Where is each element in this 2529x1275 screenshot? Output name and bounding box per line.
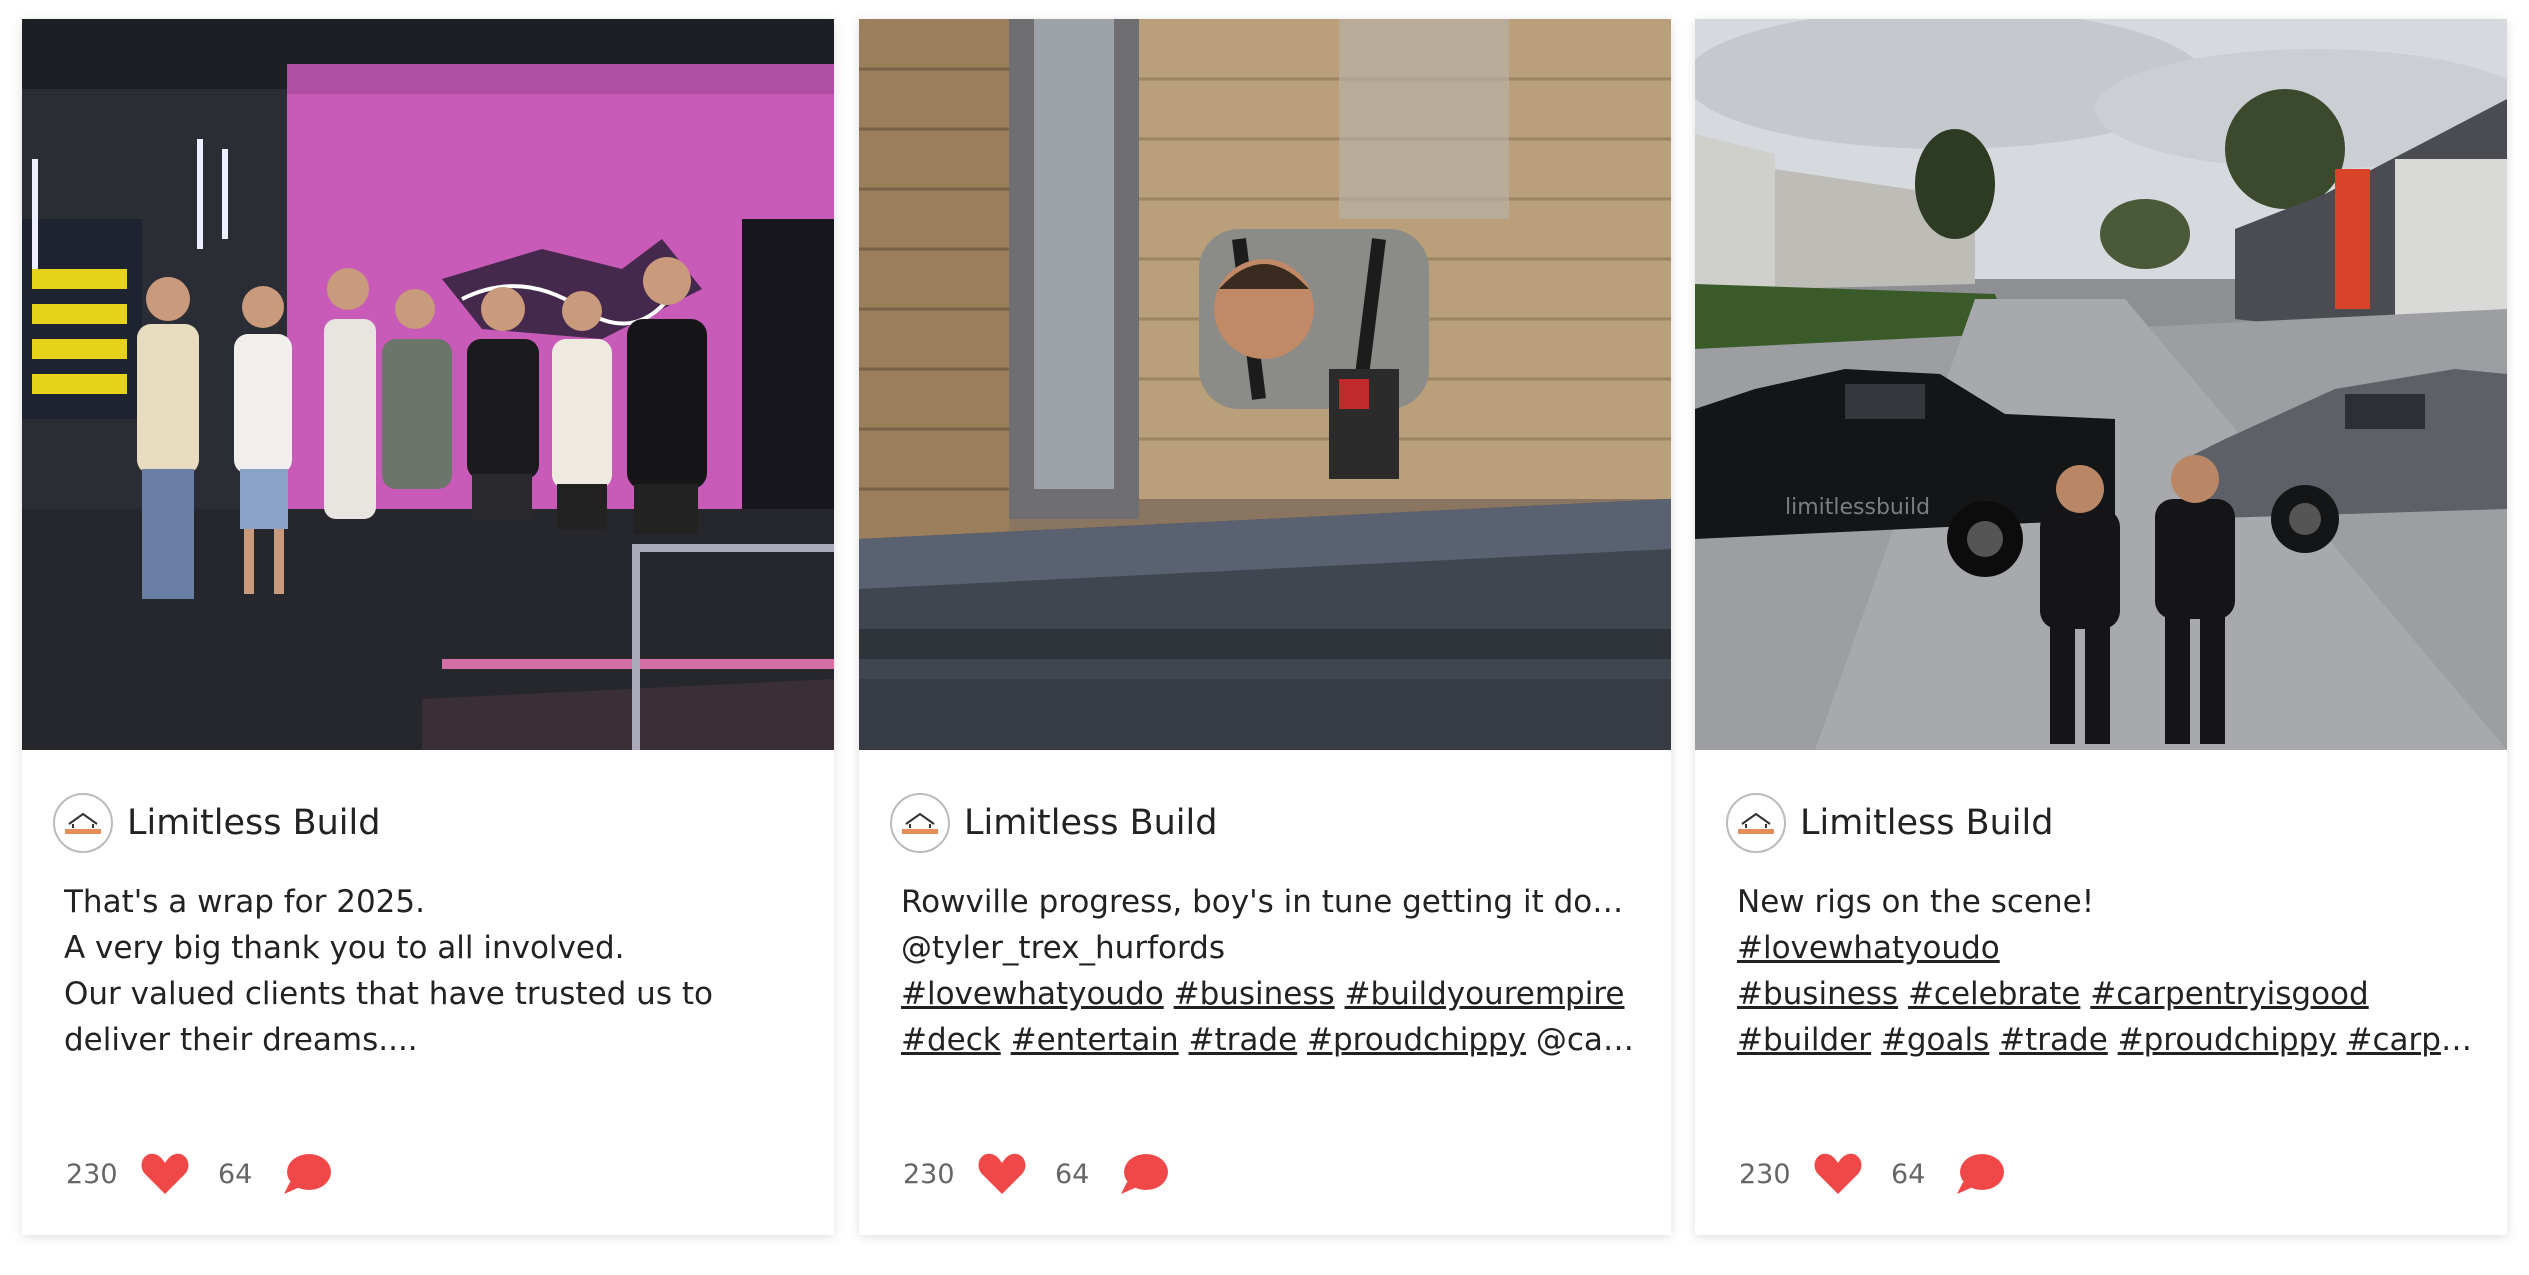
post-card[interactable]: limitlessbuild Limitless Build New rigs …	[1695, 19, 2507, 1235]
caption-text	[1164, 976, 1174, 1012]
author-name[interactable]: Limitless Build	[127, 803, 380, 843]
caption-text	[1001, 1022, 1011, 1058]
heart-icon[interactable]	[977, 1152, 1027, 1196]
utes-photo-image: limitlessbuild	[1695, 19, 2507, 750]
caption-text: A very big thank you to all involved.	[64, 930, 625, 966]
post-stats: 230 64	[903, 1149, 1169, 1199]
caption-text: Rowville progress, boy's in tune getting…	[901, 884, 1636, 920]
post-author[interactable]: Limitless Build	[53, 791, 380, 855]
post-photo[interactable]	[22, 19, 834, 750]
hashtag-link[interactable]: #buildyourempire	[1345, 976, 1625, 1012]
post-card[interactable]: Limitless Build Rowville progress, boy's…	[859, 19, 1671, 1235]
post-stats: 230 64	[1739, 1149, 2005, 1199]
comment-bubble-icon[interactable]	[1955, 1152, 2005, 1196]
caption-text	[2108, 1022, 2118, 1058]
hashtag-link[interactable]: #business	[1174, 976, 1335, 1012]
post-photo[interactable]	[859, 19, 1671, 750]
heart-icon[interactable]	[1813, 1152, 1863, 1196]
caption-line: #business #celebrate #carpentryisgood	[1737, 971, 2472, 1017]
caption-text: Our valued clients that have trusted us …	[64, 976, 713, 1012]
caption-line: Our valued clients that have trusted us …	[64, 971, 799, 1017]
hashtag-link[interactable]: #carpentryisgood	[2090, 976, 2368, 1012]
caption-text	[1989, 1022, 1999, 1058]
post-caption: That's a wrap for 2025. A very big thank …	[64, 879, 799, 1063]
caption-line: That's a wrap for 2025.	[64, 879, 799, 925]
post-author[interactable]: Limitless Build	[1726, 791, 2053, 855]
caption-line: Rowville progress, boy's in tune getting…	[901, 879, 1636, 925]
caption-line: @tyler_trex_hurfords	[901, 925, 1636, 971]
caption-line: #lovewhatyoudo	[1737, 925, 2472, 971]
comment-bubble-icon[interactable]	[282, 1152, 332, 1196]
hashtag-link[interactable]: #proudchippy	[2118, 1022, 2337, 1058]
hashtag-link[interactable]: #celebrate	[1908, 976, 2080, 1012]
hashtag-link[interactable]: #goals	[1881, 1022, 1989, 1058]
caption-text	[1297, 1022, 1307, 1058]
hashtag-link[interactable]: #business	[1737, 976, 1898, 1012]
hashtag-link[interactable]: #trade	[1189, 1022, 1298, 1058]
caption-line: A very big thank you to all involved.	[64, 925, 799, 971]
caption-line: deliver their dreams....	[64, 1017, 799, 1063]
caption-text: @carp...	[1535, 1022, 1636, 1058]
caption-text: New rigs on the scene!	[1737, 884, 2095, 920]
caption-line: #deck #entertain #trade #proudchippy @ca…	[901, 1017, 1636, 1063]
carpenter-photo-image	[859, 19, 1671, 750]
caption-text	[1871, 1022, 1881, 1058]
caption-text	[1179, 1022, 1189, 1058]
hashtag-link[interactable]: #lovewhatyoudo	[901, 976, 1164, 1012]
comment-bubble-icon[interactable]	[1119, 1152, 1169, 1196]
likes-count: 230	[1739, 1158, 1791, 1190]
hashtag-link[interactable]: #trade	[1999, 1022, 2108, 1058]
caption-text	[1898, 976, 1908, 1012]
limitless-build-logo-icon[interactable]	[53, 793, 113, 853]
caption-text: That's a wrap for 2025.	[64, 884, 425, 920]
author-name[interactable]: Limitless Build	[964, 803, 1217, 843]
caption-text: @tyler_trex_hurfords	[901, 930, 1225, 966]
likes-count: 230	[903, 1158, 955, 1190]
author-name[interactable]: Limitless Build	[1800, 803, 2053, 843]
post-author[interactable]: Limitless Build	[890, 791, 1217, 855]
caption-line: New rigs on the scene!	[1737, 879, 2472, 925]
post-card[interactable]: Limitless Build That's a wrap for 2025. A…	[22, 19, 834, 1235]
team-photo-image	[22, 19, 834, 750]
caption-line: #builder #goals #trade #proudchippy #car…	[1737, 1017, 2472, 1063]
hashtag-link[interactable]: #lovewhatyoudo	[1737, 930, 2000, 966]
limitless-build-logo-icon[interactable]	[890, 793, 950, 853]
ute-brand-text: limitlessbuild	[1785, 495, 1930, 520]
post-caption: New rigs on the scene! #lovewhatyoudo #bus…	[1737, 879, 2472, 1063]
caption-line: #lovewhatyoudo #business #buildyourempir…	[901, 971, 1636, 1017]
hashtag-link[interactable]: #proudchippy	[1307, 1022, 1526, 1058]
comments-count: 64	[218, 1158, 253, 1190]
caption-text	[2080, 976, 2090, 1012]
caption-text	[1335, 976, 1345, 1012]
heart-icon[interactable]	[140, 1152, 190, 1196]
limitless-build-logo-icon[interactable]	[1726, 793, 1786, 853]
hashtag-link[interactable]: #entertain	[1011, 1022, 1179, 1058]
hashtag-link[interactable]: #builder	[1737, 1022, 1871, 1058]
post-caption: Rowville progress, boy's in tune getting…	[901, 879, 1636, 1063]
post-stats: 230 64	[66, 1149, 332, 1199]
caption-text: deliver their dreams....	[64, 1022, 418, 1058]
hashtag-link[interactable]: #carpen...	[2347, 1022, 2473, 1058]
hashtag-link[interactable]: #deck	[901, 1022, 1001, 1058]
comments-count: 64	[1891, 1158, 1926, 1190]
comments-count: 64	[1055, 1158, 1090, 1190]
caption-text	[2337, 1022, 2347, 1058]
post-photo[interactable]: limitlessbuild	[1695, 19, 2507, 750]
likes-count: 230	[66, 1158, 118, 1190]
